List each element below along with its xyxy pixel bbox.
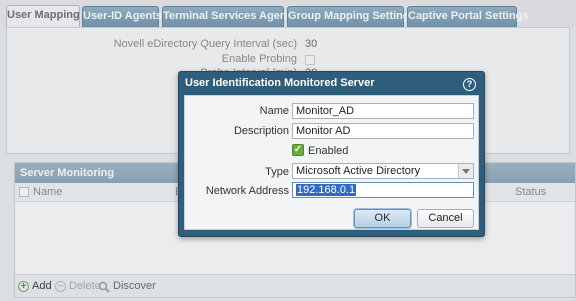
chevron-down-icon[interactable] xyxy=(458,164,473,178)
monitored-server-dialog: User Identification Monitored Server ? N… xyxy=(178,71,485,237)
network-address-value: 192.168.0.1 xyxy=(296,184,357,196)
dialog-title: User Identification Monitored Server xyxy=(185,77,375,89)
type-select-value: Microsoft Active Directory xyxy=(296,165,421,177)
name-label: Name xyxy=(259,105,289,117)
dialog-body: Name Monitor_AD Description Monitor AD ✓… xyxy=(184,95,479,230)
description-label: Description xyxy=(233,125,289,137)
type-label: Type xyxy=(265,166,289,178)
name-field[interactable]: Monitor_AD xyxy=(292,103,474,119)
description-field[interactable]: Monitor AD xyxy=(292,123,474,139)
ok-button[interactable]: OK xyxy=(354,209,411,228)
network-address-label: Network Address xyxy=(205,185,289,197)
enabled-checkbox[interactable]: ✓ xyxy=(292,144,304,156)
network-address-field[interactable]: 192.168.0.1 xyxy=(292,182,474,198)
help-icon[interactable]: ? xyxy=(463,78,476,91)
enabled-label: Enabled xyxy=(308,145,349,157)
type-select[interactable]: Microsoft Active Directory xyxy=(292,163,474,179)
cancel-button[interactable]: Cancel xyxy=(417,209,474,228)
